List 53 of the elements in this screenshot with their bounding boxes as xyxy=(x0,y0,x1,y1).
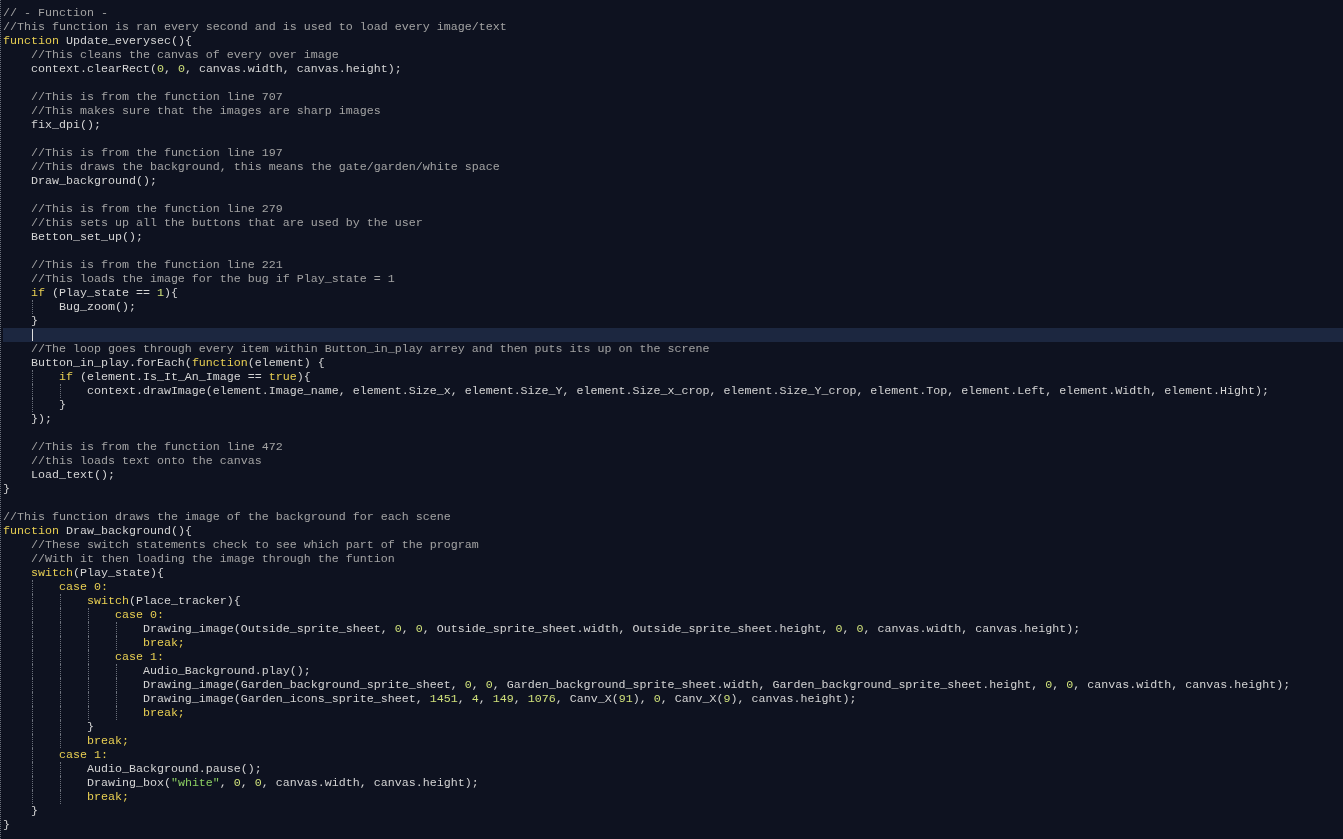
code-line: break; xyxy=(141,706,185,720)
code-line: break; xyxy=(85,790,129,804)
code-line: //This function is ran every second and is used to load every image/text xyxy=(3,20,507,34)
code-line: fix_dpi(); xyxy=(29,118,101,132)
code-line: //This is from the function line 472 xyxy=(29,440,283,454)
code-line: //With it then loading the image through the funtion xyxy=(29,552,395,566)
code-line: //The loop goes through every item within Button_in_play arrey and then puts its up on the screne xyxy=(29,342,710,356)
code-line: Betton_set_up(); xyxy=(29,230,143,244)
code-line: if (Play_state == 1){ xyxy=(29,286,178,300)
code-line: //This draws the background, this means the gate/garden/white space xyxy=(29,160,500,174)
code-line: //This loads the image for the bug if Play_state = 1 xyxy=(29,272,395,286)
code-line: case 0: xyxy=(57,580,108,594)
code-line: case 0: xyxy=(113,608,164,622)
code-line: //This function draws the image of the background for each scene xyxy=(3,510,451,524)
code-line: if (element.Is_It_An_Image == true){ xyxy=(57,370,311,384)
code-line: break; xyxy=(85,734,129,748)
code-line: //this sets up all the buttons that are used by the user xyxy=(29,216,423,230)
code-line: break; xyxy=(141,636,185,650)
code-line: //This is from the function line 707 xyxy=(29,90,283,104)
code-line: function Draw_background(){ xyxy=(3,524,192,538)
code-line: //This is from the function line 279 xyxy=(29,202,283,216)
code-line: context.clearRect(0, 0, canvas.width, canvas.height); xyxy=(29,62,402,76)
code-line: Draw_background(); xyxy=(29,174,157,188)
code-line: Drawing_image(Garden_icons_sprite_sheet, 1451, 4, 149, 1076, Canv_X(91), 0, Canv_X(9), canvas.height); xyxy=(141,692,857,706)
code-line: //this loads text onto the canvas xyxy=(29,454,262,468)
code-line: Drawing_image(Garden_background_sprite_sheet, 0, 0, Garden_background_sprite_sheet.width, Garden_background_sprite_sheet.height, 0, 0, canvas.width, canvas.height); xyxy=(141,678,1291,692)
code-line: }); xyxy=(29,412,52,426)
code-line: } xyxy=(3,482,10,496)
code-line: //This cleans the canvas of every over image xyxy=(29,48,339,62)
code-line: } xyxy=(3,818,10,832)
code-line: context.drawImage(element.Image_name, element.Size_x, element.Size_Y, element.Size_x_crop, element.Size_Y_crop, element.Top, element.Left, element.Width, element.Hight); xyxy=(85,384,1270,398)
code-line: } xyxy=(57,398,66,412)
code-line: // - Function - xyxy=(3,6,108,20)
code-line: //This is from the function line 197 xyxy=(29,146,283,160)
code-line: Audio_Background.pause(); xyxy=(85,762,262,776)
code-line: Drawing_image(Outside_sprite_sheet, 0, 0, Outside_sprite_sheet.width, Outside_sprite_sheet.height, 0, 0, canvas.width, canvas.height); xyxy=(141,622,1081,636)
code-line: case 1: xyxy=(57,748,108,762)
code-line: function Update_everysec(){ xyxy=(3,34,192,48)
code-line: Load_text(); xyxy=(29,468,115,482)
code-line: switch(Play_state){ xyxy=(29,566,164,580)
code-line: } xyxy=(85,720,94,734)
code-line: Bug_zoom(); xyxy=(57,300,136,314)
code-line: switch(Place_tracker){ xyxy=(85,594,241,608)
code-line: //This makes sure that the images are sharp images xyxy=(29,104,381,118)
code-line: } xyxy=(29,314,38,328)
code-line: //These switch statements check to see which part of the program xyxy=(29,538,479,552)
code-line: Button_in_play.forEach(function(element) { xyxy=(29,356,325,370)
code-line: case 1: xyxy=(113,650,164,664)
code-line: } xyxy=(29,804,38,818)
code-line: Drawing_box("white", 0, 0, canvas.width, canvas.height); xyxy=(85,776,479,790)
text-cursor xyxy=(32,329,33,341)
code-line: //This is from the function line 221 xyxy=(29,258,283,272)
code-line: Audio_Background.play(); xyxy=(141,664,311,678)
